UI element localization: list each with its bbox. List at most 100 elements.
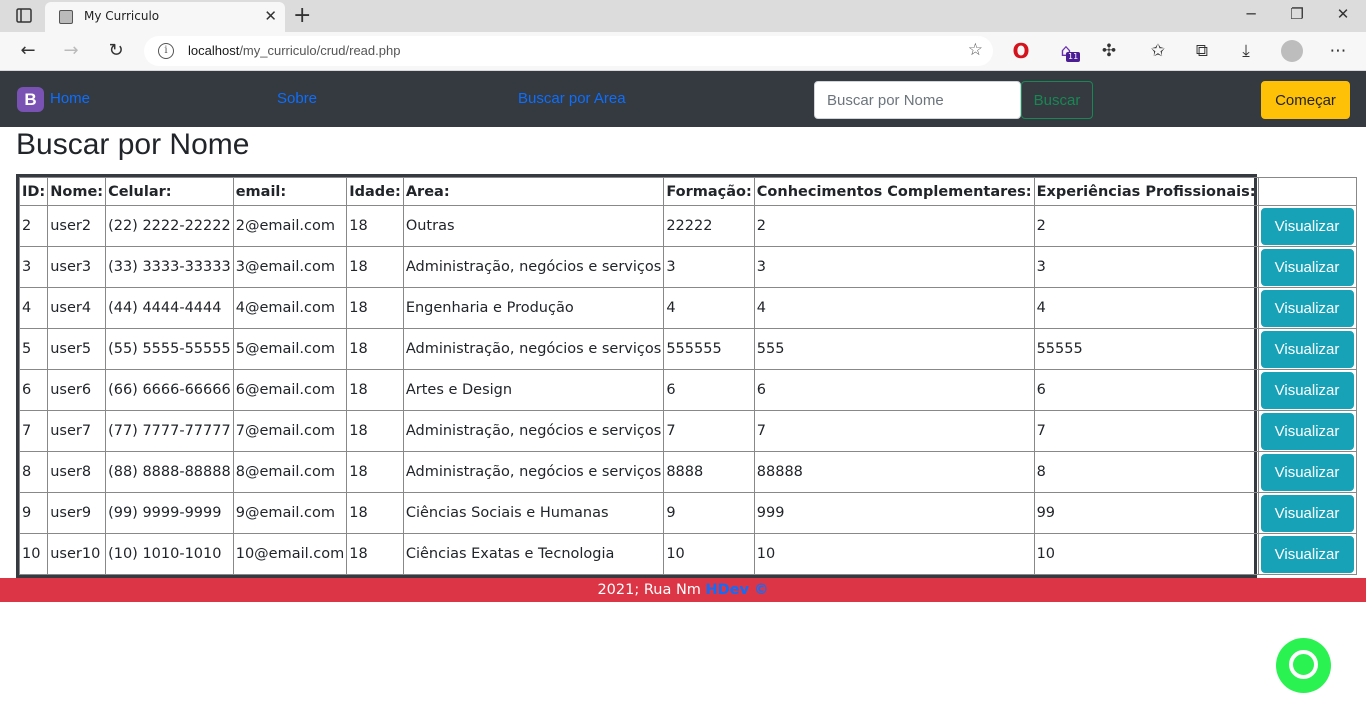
- table-cell: Administração, negócios e serviços: [402, 410, 665, 452]
- view-button[interactable]: Visualizar: [1260, 207, 1354, 245]
- table-cell: (99) 9999-9999: [105, 492, 234, 534]
- profile-avatar[interactable]: [1281, 40, 1303, 62]
- reload-icon[interactable]: ↻: [104, 39, 128, 63]
- table-cell: 2@email.com: [232, 205, 348, 247]
- table-cell: 6: [18, 369, 49, 411]
- action-cell: Visualizar: [1257, 492, 1357, 534]
- table-cell: 4: [753, 287, 1035, 329]
- view-button[interactable]: Visualizar: [1260, 371, 1354, 409]
- table-row: 9 user9 (99) 9999-9999 9@email.com 18 Ciência…: [18, 492, 1357, 534]
- favorite-star-icon[interactable]: ☆: [968, 40, 983, 60]
- start-button[interactable]: Começar: [1261, 81, 1350, 119]
- table-cell: 18: [346, 369, 404, 411]
- table-cell: Administração, negócios e serviços: [402, 451, 665, 493]
- table-cell: 5: [18, 328, 49, 370]
- bootstrap-logo[interactable]: B: [17, 87, 44, 112]
- close-window-icon[interactable]: ✕: [1333, 5, 1353, 23]
- favorites-icon[interactable]: ✩: [1146, 39, 1170, 63]
- table-cell: 8: [1033, 451, 1259, 493]
- minimize-icon[interactable]: ─: [1241, 5, 1261, 23]
- more-menu-icon[interactable]: ⋯: [1326, 39, 1350, 63]
- table-cell: 18: [346, 328, 404, 370]
- search-button[interactable]: Buscar: [1021, 81, 1093, 119]
- tab-actions-icon[interactable]: [12, 7, 36, 25]
- table-cell: 7: [753, 410, 1035, 452]
- table-cell: 18: [346, 246, 404, 288]
- action-cell: Visualizar: [1257, 205, 1357, 247]
- table-cell: 10: [753, 533, 1035, 575]
- table-cell: (22) 2222-22222: [105, 205, 234, 247]
- view-button[interactable]: Visualizar: [1260, 453, 1354, 491]
- table-cell: user5: [47, 328, 107, 370]
- table-cell: 6@email.com: [232, 369, 348, 411]
- table-cell: 18: [346, 205, 404, 247]
- table-cell: 555555: [663, 328, 755, 370]
- collections-icon[interactable]: ⧉: [1190, 39, 1214, 63]
- view-button[interactable]: Visualizar: [1260, 330, 1354, 368]
- extension-badge: 11: [1066, 52, 1081, 62]
- site-info-icon[interactable]: i: [158, 43, 174, 59]
- nav-buscar-area-link[interactable]: Buscar por Area: [518, 90, 626, 107]
- new-tab-icon[interactable]: +: [293, 3, 311, 28]
- table-cell: user8: [47, 451, 107, 493]
- download-icon[interactable]: ⤓: [1234, 39, 1258, 63]
- browser-tab[interactable]: My Curriculo ✕: [45, 2, 285, 32]
- site-navbar: B Home Sobre Buscar por Area Buscar Come…: [0, 71, 1366, 127]
- opera-extension-icon[interactable]: O: [1009, 39, 1033, 63]
- table-cell: 3@email.com: [232, 246, 348, 288]
- table-cell: 55555: [1033, 328, 1259, 370]
- table-cell: (33) 3333-33333: [105, 246, 234, 288]
- table-cell: user2: [47, 205, 107, 247]
- nav-home-link[interactable]: Home: [50, 90, 90, 107]
- table-cell: 9: [663, 492, 755, 534]
- view-button[interactable]: Visualizar: [1260, 494, 1354, 532]
- nav-sobre-link[interactable]: Sobre: [277, 90, 317, 107]
- table-cell: 18: [346, 287, 404, 329]
- view-button[interactable]: Visualizar: [1260, 535, 1354, 573]
- table-cell: 5@email.com: [232, 328, 348, 370]
- table-cell: 10: [18, 533, 49, 575]
- view-button[interactable]: Visualizar: [1260, 289, 1354, 327]
- chat-widget-button[interactable]: [1276, 638, 1331, 693]
- column-header: Experiências Profissionais:: [1033, 177, 1259, 206]
- action-cell: Visualizar: [1257, 369, 1357, 411]
- table-cell: 4@email.com: [232, 287, 348, 329]
- view-button[interactable]: Visualizar: [1260, 248, 1354, 286]
- school-extension-icon[interactable]: ⌂ 11: [1054, 39, 1081, 63]
- extensions-icon[interactable]: ✣: [1097, 39, 1121, 63]
- table-cell: Outras: [402, 205, 665, 247]
- footer-brand-link[interactable]: HDev ©: [706, 582, 769, 598]
- chat-bubble-icon: [1289, 650, 1318, 679]
- forward-icon[interactable]: →: [59, 39, 83, 63]
- table-row: 4 user4 (44) 4444-4444 4@email.com 18 Engenha…: [18, 287, 1357, 329]
- results-table: ID: Nome: Celular: email: Idade: Area: Formaçã…: [16, 174, 1357, 578]
- table-cell: user6: [47, 369, 107, 411]
- table-cell: 7: [18, 410, 49, 452]
- table-row: 2 user2 (22) 2222-22222 2@email.com 18 Outras…: [18, 205, 1357, 247]
- address-bar[interactable]: i localhost/my_curriculo/crud/read.php ☆: [144, 36, 993, 66]
- action-cell: Visualizar: [1257, 287, 1357, 329]
- table-cell: 10: [1033, 533, 1259, 575]
- table-row: 7 user7 (77) 7777-77777 7@email.com 18 Admini…: [18, 410, 1357, 452]
- table-cell: Administração, negócios e serviços: [402, 328, 665, 370]
- table-cell: 18: [346, 410, 404, 452]
- view-button[interactable]: Visualizar: [1260, 412, 1354, 450]
- back-icon[interactable]: ←: [16, 39, 40, 63]
- column-header: Celular:: [105, 177, 234, 206]
- table-cell: 3: [1033, 246, 1259, 288]
- table-cell: 4: [18, 287, 49, 329]
- action-cell: Visualizar: [1257, 328, 1357, 370]
- close-tab-icon[interactable]: ✕: [264, 7, 277, 25]
- table-cell: 8: [18, 451, 49, 493]
- table-cell: 2: [753, 205, 1035, 247]
- search-name-input[interactable]: [814, 81, 1021, 119]
- restore-icon[interactable]: ❐: [1287, 5, 1307, 23]
- table-cell: 3: [753, 246, 1035, 288]
- table-cell: 3: [18, 246, 49, 288]
- table-cell: user7: [47, 410, 107, 452]
- table-cell: 99: [1033, 492, 1259, 534]
- table-header-row: ID: Nome: Celular: email: Idade: Area: Formaçã…: [18, 177, 1357, 206]
- table-cell: 9@email.com: [232, 492, 348, 534]
- url-text[interactable]: localhost/my_curriculo/crud/read.php: [188, 43, 400, 58]
- table-row: 3 user3 (33) 3333-33333 3@email.com 18 Admini…: [18, 246, 1357, 288]
